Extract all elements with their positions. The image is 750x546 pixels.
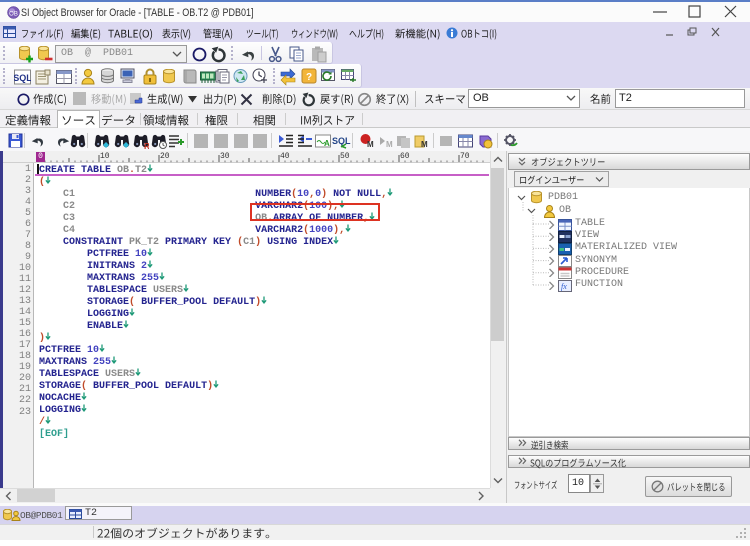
svg-text:SQL: SQL xyxy=(14,73,31,83)
svg-text:OB: OB xyxy=(9,12,18,18)
svg-text:?: ? xyxy=(306,72,312,83)
svg-text:A: A xyxy=(324,139,330,148)
svg-text:M: M xyxy=(367,140,374,149)
svg-text:M: M xyxy=(386,140,393,149)
svg-text:R: R xyxy=(144,142,149,149)
svg-text:SQL: SQL xyxy=(332,136,351,146)
svg-text:M: M xyxy=(421,140,428,149)
